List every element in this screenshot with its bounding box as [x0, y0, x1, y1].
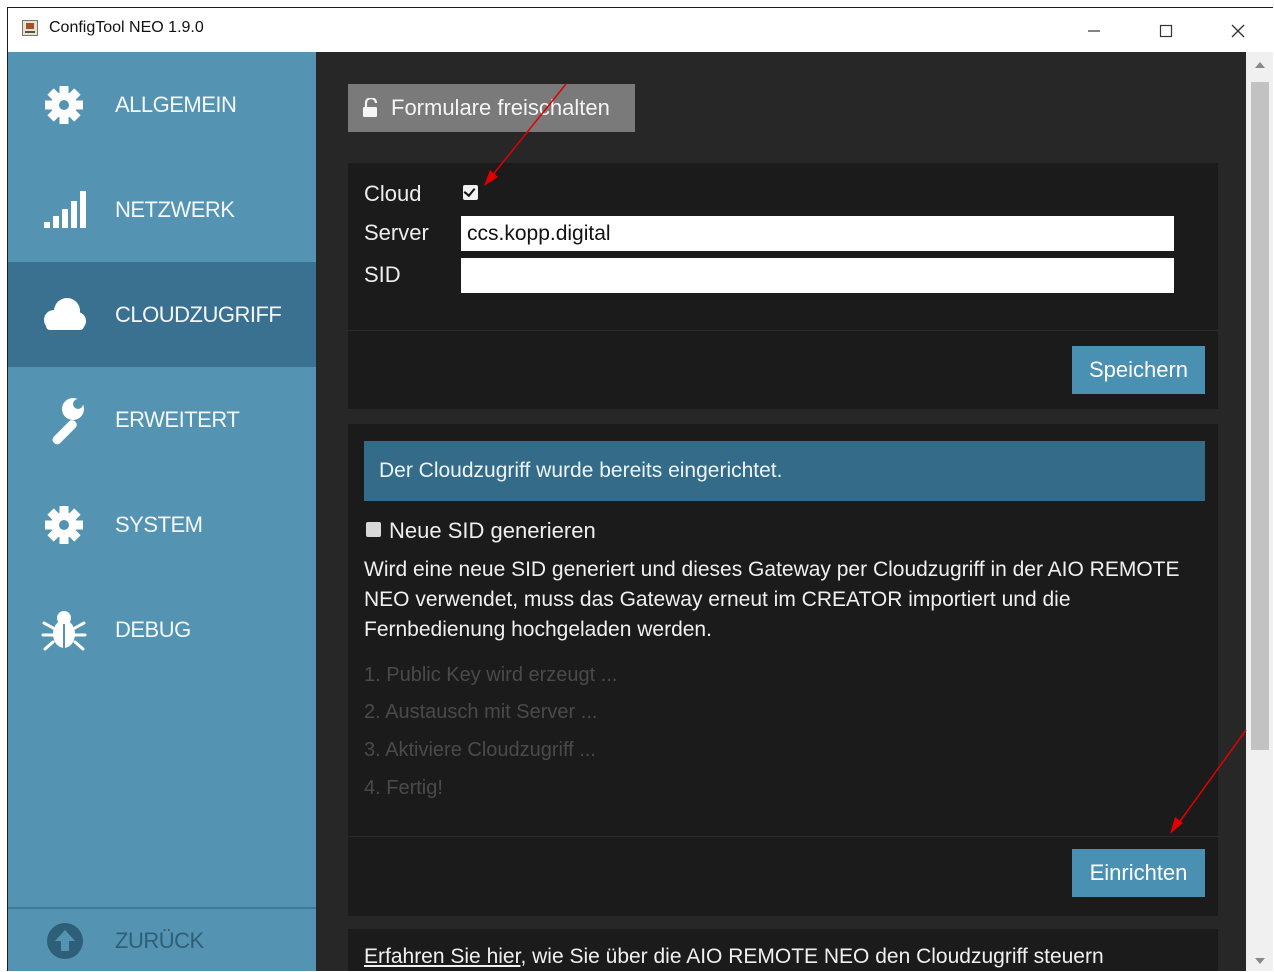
server-input[interactable]: [461, 216, 1174, 251]
checkmark-icon: [463, 184, 476, 198]
sidebar-item-allgemein[interactable]: ALLGEMEIN: [8, 52, 316, 157]
sidebar-item-erweitert[interactable]: ERWEITERT: [8, 367, 316, 472]
maximize-button[interactable]: [1143, 14, 1189, 46]
setup-step: 4. Fertig!: [364, 777, 443, 799]
server-label: Server: [364, 220, 429, 245]
sidebar-item-debug[interactable]: DEBUG: [8, 577, 316, 682]
setup-step: 2. Austausch mit Server ...: [364, 701, 598, 723]
app-window: ConfigTool NEO 1.9.0 ALLGEMEIN NETZWERK …: [7, 7, 1273, 971]
gear-icon: [45, 85, 83, 124]
setup-button[interactable]: Einrichten: [1072, 849, 1205, 897]
panel-divider: [348, 836, 1218, 837]
arrow-up-circle-icon: [47, 922, 83, 959]
app-icon: [22, 20, 38, 36]
save-button[interactable]: Speichern: [1072, 346, 1205, 394]
wrench-icon: [52, 395, 86, 444]
maximize-icon: [1159, 25, 1173, 38]
info-text-rest: , wie Sie über die AIO REMOTE NEO den Cl…: [520, 945, 1104, 968]
back-label: ZURÜCK: [115, 927, 204, 953]
close-window-button[interactable]: [1215, 14, 1261, 46]
sidebar-item-label: SYSTEM: [115, 511, 203, 537]
minimize-icon: [1088, 30, 1100, 32]
cloud-settings-panel: Cloud Server SID Speichern: [348, 163, 1218, 409]
learn-more-link[interactable]: Erfahren Sie hier: [364, 945, 520, 968]
unlock-icon: [363, 98, 378, 117]
title-bar: ConfigTool NEO 1.9.0: [8, 8, 1273, 52]
sid-label: SID: [364, 262, 401, 287]
sidebar-item-label: NETZWERK: [115, 196, 235, 222]
close-icon: [1231, 24, 1245, 38]
scrollbar-thumb[interactable]: [1251, 82, 1269, 750]
sidebar-item-system[interactable]: SYSTEM: [8, 472, 316, 577]
gear-icon: [45, 505, 83, 544]
scroll-down-icon[interactable]: [1255, 958, 1265, 964]
setup-step: 1. Public Key wird erzeugt ...: [364, 664, 618, 686]
sidebar-item-label: ALLGEMEIN: [115, 91, 237, 117]
vertical-scrollbar[interactable]: [1246, 52, 1273, 971]
sidebar: ALLGEMEIN NETZWERK CLOUDZUGRIFF ERWEITER…: [8, 52, 316, 971]
panel-divider: [348, 330, 1218, 331]
scroll-up-icon[interactable]: [1255, 62, 1265, 68]
setup-step: 3. Aktiviere Cloudzugriff ...: [364, 739, 596, 761]
cloud-checkbox[interactable]: [463, 184, 478, 200]
unlock-forms-label: Formulare freischalten: [391, 95, 610, 120]
sidebar-item-cloudzugriff[interactable]: CLOUDZUGRIFF: [8, 262, 316, 367]
sidebar-item-label: CLOUDZUGRIFF: [115, 301, 282, 327]
unlock-forms-button[interactable]: Formulare freischalten: [348, 84, 635, 132]
bug-icon: [41, 610, 87, 650]
info-panel: Erfahren Sie hier, wie Sie über die AIO …: [348, 929, 1218, 971]
info-text: Erfahren Sie hier, wie Sie über die AIO …: [364, 945, 1104, 969]
minimize-button[interactable]: [1071, 14, 1117, 46]
window-title: ConfigTool NEO 1.9.0: [49, 19, 204, 36]
sidebar-item-label: DEBUG: [115, 616, 191, 642]
setup-status-alert: Der Cloudzugriff wurde bereits eingerich…: [364, 441, 1205, 501]
sid-input[interactable]: [461, 258, 1174, 293]
main-content: Formulare freischalten Cloud Server SID …: [316, 52, 1246, 971]
cloud-icon: [44, 297, 86, 330]
signal-bars-icon: [44, 190, 86, 228]
new-sid-checkbox[interactable]: [366, 522, 381, 537]
new-sid-label: Neue SID generieren: [389, 518, 596, 543]
sidebar-item-netzwerk[interactable]: NETZWERK: [8, 157, 316, 262]
cloud-setup-panel: Der Cloudzugriff wurde bereits eingerich…: [348, 424, 1218, 916]
setup-description: Wird eine neue SID generiert und dieses …: [364, 558, 1180, 641]
cloud-label: Cloud: [364, 181, 422, 206]
back-button[interactable]: ZURÜCK: [8, 909, 316, 971]
sidebar-item-label: ERWEITERT: [115, 406, 240, 432]
